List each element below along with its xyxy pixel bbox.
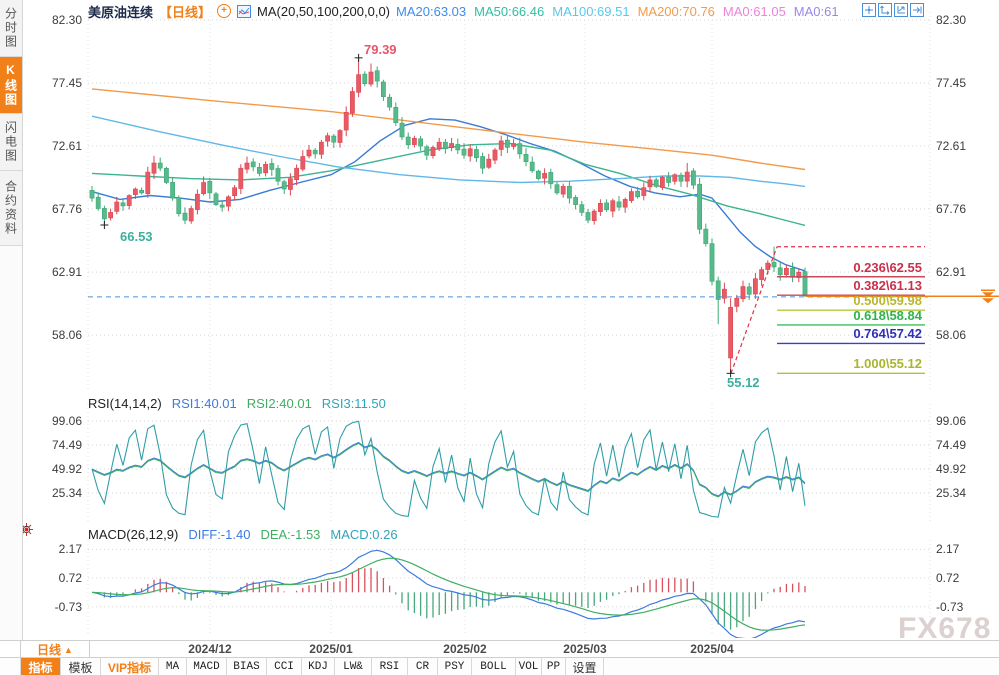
period-tag: 【日线】: [159, 2, 211, 21]
chart-title-row: 美原油连续 【日线】 + MA(20,50,100,200,0,0) MA20:…: [88, 3, 839, 19]
macd-value-1: DEA:-1.53: [260, 527, 320, 542]
toolbar-item-PP[interactable]: PP: [542, 658, 566, 675]
price-axis-label-left: 67.76: [26, 202, 82, 216]
price-axis-label-right: 72.61: [936, 139, 966, 153]
fib-label-5: 1.000\55.12: [762, 357, 922, 371]
rsi-axis-label-right: 99.06: [936, 414, 966, 428]
xaxis-row: 日线 ▲ 2024/12 2025/01 2025/02 2025/03 2025/04: [0, 640, 999, 658]
toolbar-item-CCI[interactable]: CCI: [267, 658, 302, 675]
toolbar-item-模板[interactable]: 模板: [61, 658, 101, 675]
price-axis-label-right: 58.06: [936, 328, 966, 342]
ma-legend-value-5: MA0:61: [794, 4, 839, 19]
annotation-mid-low: 66.53: [120, 229, 153, 244]
sidebar-item-3[interactable]: 合约资料: [0, 171, 22, 246]
rsi-value-0: RSI1:40.01: [172, 396, 237, 411]
ma-formula: MA(20,50,100,200,0,0): [257, 4, 390, 19]
sidebar-item-0[interactable]: 分时图: [0, 0, 22, 57]
date-label-2025/01: 2025/01: [301, 642, 361, 656]
toolbar-item-VOL[interactable]: VOL: [516, 658, 542, 675]
rsi-axis-label-right: 74.49: [936, 438, 966, 452]
rsi-axis-label-left: 99.06: [26, 414, 82, 428]
rsi-axis-label-left: 49.92: [26, 462, 82, 476]
macd-axis-label-right: 2.17: [936, 542, 959, 556]
ma-legend: MA20:63.03 MA50:66.46 MA100:69.51 MA200:70.…: [396, 4, 839, 19]
toolbar-item-指标[interactable]: 指标: [21, 658, 61, 675]
toolbar-item-KDJ[interactable]: KDJ: [302, 658, 335, 675]
rsi-value-1: RSI2:40.01: [247, 396, 312, 411]
macd-value-2: MACD:0.26: [330, 527, 397, 542]
rsi-axis-label-left: 74.49: [26, 438, 82, 452]
macd-axis-label-right: 0.72: [936, 571, 959, 585]
rsi-values: RSI1:40.01 RSI2:40.01 RSI3:11.50: [172, 396, 386, 411]
period-arrow-icon: ▲: [64, 645, 73, 655]
ma-legend-value-2: MA100:69.51: [552, 4, 629, 19]
ma-legend-value-0: MA20:63.03: [396, 4, 466, 19]
toolbar-item-BOLL[interactable]: BOLL: [472, 658, 516, 675]
symbol-name: 美原油连续: [88, 2, 153, 21]
annotation-high: 79.39: [364, 42, 397, 57]
date-label-2025/04: 2025/04: [682, 642, 742, 656]
toolbar-item-设置[interactable]: 设置: [566, 658, 604, 675]
toolbar-item-LW&[interactable]: LW&: [335, 658, 372, 675]
period-label: 日线: [37, 641, 61, 658]
scale-time-icon[interactable]: [894, 3, 908, 17]
rsi-axis-label-right: 25.34: [936, 486, 966, 500]
sidebar-item-1[interactable]: K线图: [0, 57, 22, 114]
price-axis-label-left: 77.45: [26, 76, 82, 90]
rsi-header: RSI(14,14,2) RSI1:40.01 RSI2:40.01 RSI3:11…: [88, 396, 386, 410]
fib-label-3: 0.618\58.84: [762, 309, 922, 323]
annotation-low: 55.12: [727, 375, 760, 390]
toolbar-item-MACD[interactable]: MACD: [187, 658, 227, 675]
indicator-toolbar: 指标模板VIP指标MAMACDBIASCCIKDJLW&RSICRPSYBOLL…: [0, 657, 999, 675]
macd-axis-label-left: -0.73: [26, 600, 82, 614]
macd-values: DIFF:-1.40 DEA:-1.53 MACD:0.26: [188, 527, 397, 542]
price-axis-label-left: 72.61: [26, 139, 82, 153]
rsi-title: RSI(14,14,2): [88, 396, 162, 411]
toolbar-item-RSI[interactable]: RSI: [372, 658, 408, 675]
toolbar-item-PSY[interactable]: PSY: [438, 658, 472, 675]
price-axis-label-left: 82.30: [26, 13, 82, 27]
price-axis-label-left: 58.06: [26, 328, 82, 342]
trading-app-window: 分时图K线图闪电图合约资料 美原油连续 【日线】 + MA(20,50,100,…: [0, 0, 999, 675]
price-axis-label-right: 62.91: [936, 265, 966, 279]
ma-legend-value-1: MA50:66.46: [474, 4, 544, 19]
add-indicator-icon[interactable]: +: [217, 4, 231, 18]
fib-label-0: 0.236\62.55: [762, 261, 922, 275]
price-axis-label-right: 82.30: [936, 13, 966, 27]
macd-header: MACD(26,12,9) DIFF:-1.40 DEA:-1.53 MACD:0.…: [88, 527, 398, 541]
macd-axis-label-right: -0.73: [936, 600, 963, 614]
macd-axis-label-left: 2.17: [26, 542, 82, 556]
pan-right-icon[interactable]: [910, 3, 924, 17]
ma-legend-value-3: MA200:70.76: [638, 4, 715, 19]
rsi-axis-label-left: 25.34: [26, 486, 82, 500]
period-selector[interactable]: 日线 ▲: [20, 641, 90, 658]
rsi-axis-label-right: 49.92: [936, 462, 966, 476]
sidebar-item-2[interactable]: 闪电图: [0, 114, 22, 171]
fib-label-1: 0.382\61.13: [762, 279, 922, 293]
macd-axis-label-left: 0.72: [26, 571, 82, 585]
price-axis-label-left: 62.91: [26, 265, 82, 279]
crosshair-icon[interactable]: [862, 3, 876, 17]
chart-type-sidebar: 分时图K线图闪电图合约资料: [0, 0, 23, 640]
scale-axis-icon[interactable]: [878, 3, 892, 17]
toolbar-item-CR[interactable]: CR: [408, 658, 438, 675]
chart-type-icon[interactable]: [237, 5, 251, 18]
date-label-2024/12: 2024/12: [180, 642, 240, 656]
rsi-value-2: RSI3:11.50: [322, 396, 386, 411]
macd-title: MACD(26,12,9): [88, 527, 178, 542]
fib-label-4: 0.764\57.42: [762, 327, 922, 341]
price-axis-label-right: 77.45: [936, 76, 966, 90]
macd-value-0: DIFF:-1.40: [188, 527, 250, 542]
fib-label-2: 0.500\59.98: [762, 294, 922, 308]
toolbar-spacer: [0, 658, 21, 675]
date-label-2025/03: 2025/03: [555, 642, 615, 656]
ma-legend-value-4: MA0:61.05: [723, 4, 786, 19]
toolbar-item-BIAS[interactable]: BIAS: [227, 658, 267, 675]
toolbar-item-VIP指标[interactable]: VIP指标: [101, 658, 159, 675]
toolbar-item-MA[interactable]: MA: [159, 658, 187, 675]
price-axis-label-right: 67.76: [936, 202, 966, 216]
date-label-2025/02: 2025/02: [435, 642, 495, 656]
chart-toolbar-icons: [862, 3, 924, 17]
